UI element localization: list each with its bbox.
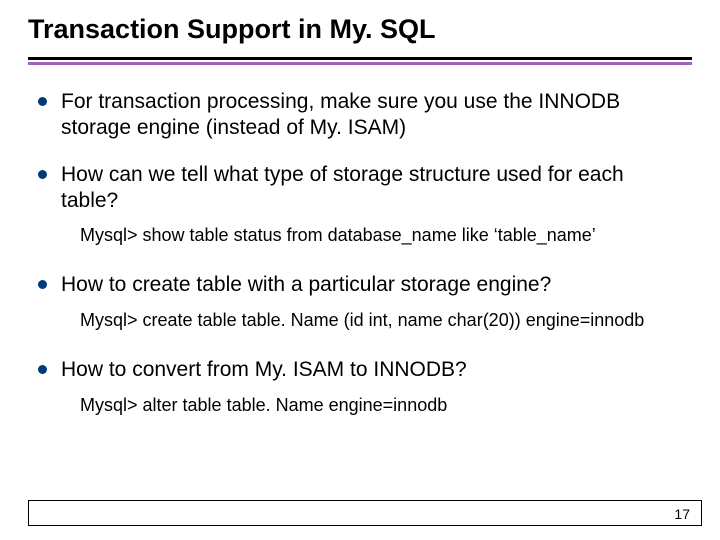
slide: Transaction Support in My. SQL For trans…	[0, 0, 720, 540]
bullet-text: How to convert from My. ISAM to INNODB?	[61, 357, 467, 383]
footer-box	[28, 500, 702, 526]
bullet-item: How to create table with a particular st…	[38, 272, 686, 298]
bullet-text: How can we tell what type of storage str…	[61, 162, 686, 213]
slide-title: Transaction Support in My. SQL	[28, 14, 692, 55]
bullet-dot-icon	[38, 170, 47, 179]
rule-black	[28, 57, 692, 60]
bullet-subtext: Mysql> create table table. Name (id int,…	[80, 310, 686, 331]
page-number: 17	[674, 506, 690, 522]
bullet-text: How to create table with a particular st…	[61, 272, 551, 298]
bullet-dot-icon	[38, 280, 47, 289]
bullet-subtext: Mysql> show table status from database_n…	[80, 225, 686, 246]
bullet-item: How can we tell what type of storage str…	[38, 162, 686, 213]
title-rule	[28, 57, 692, 65]
bullet-subtext: Mysql> alter table table. Name engine=in…	[80, 395, 686, 416]
bullet-text: For transaction processing, make sure yo…	[61, 89, 686, 140]
bullet-item: How to convert from My. ISAM to INNODB?	[38, 357, 686, 383]
slide-body: For transaction processing, make sure yo…	[28, 65, 692, 416]
bullet-item: For transaction processing, make sure yo…	[38, 89, 686, 140]
bullet-dot-icon	[38, 365, 47, 374]
bullet-dot-icon	[38, 97, 47, 106]
